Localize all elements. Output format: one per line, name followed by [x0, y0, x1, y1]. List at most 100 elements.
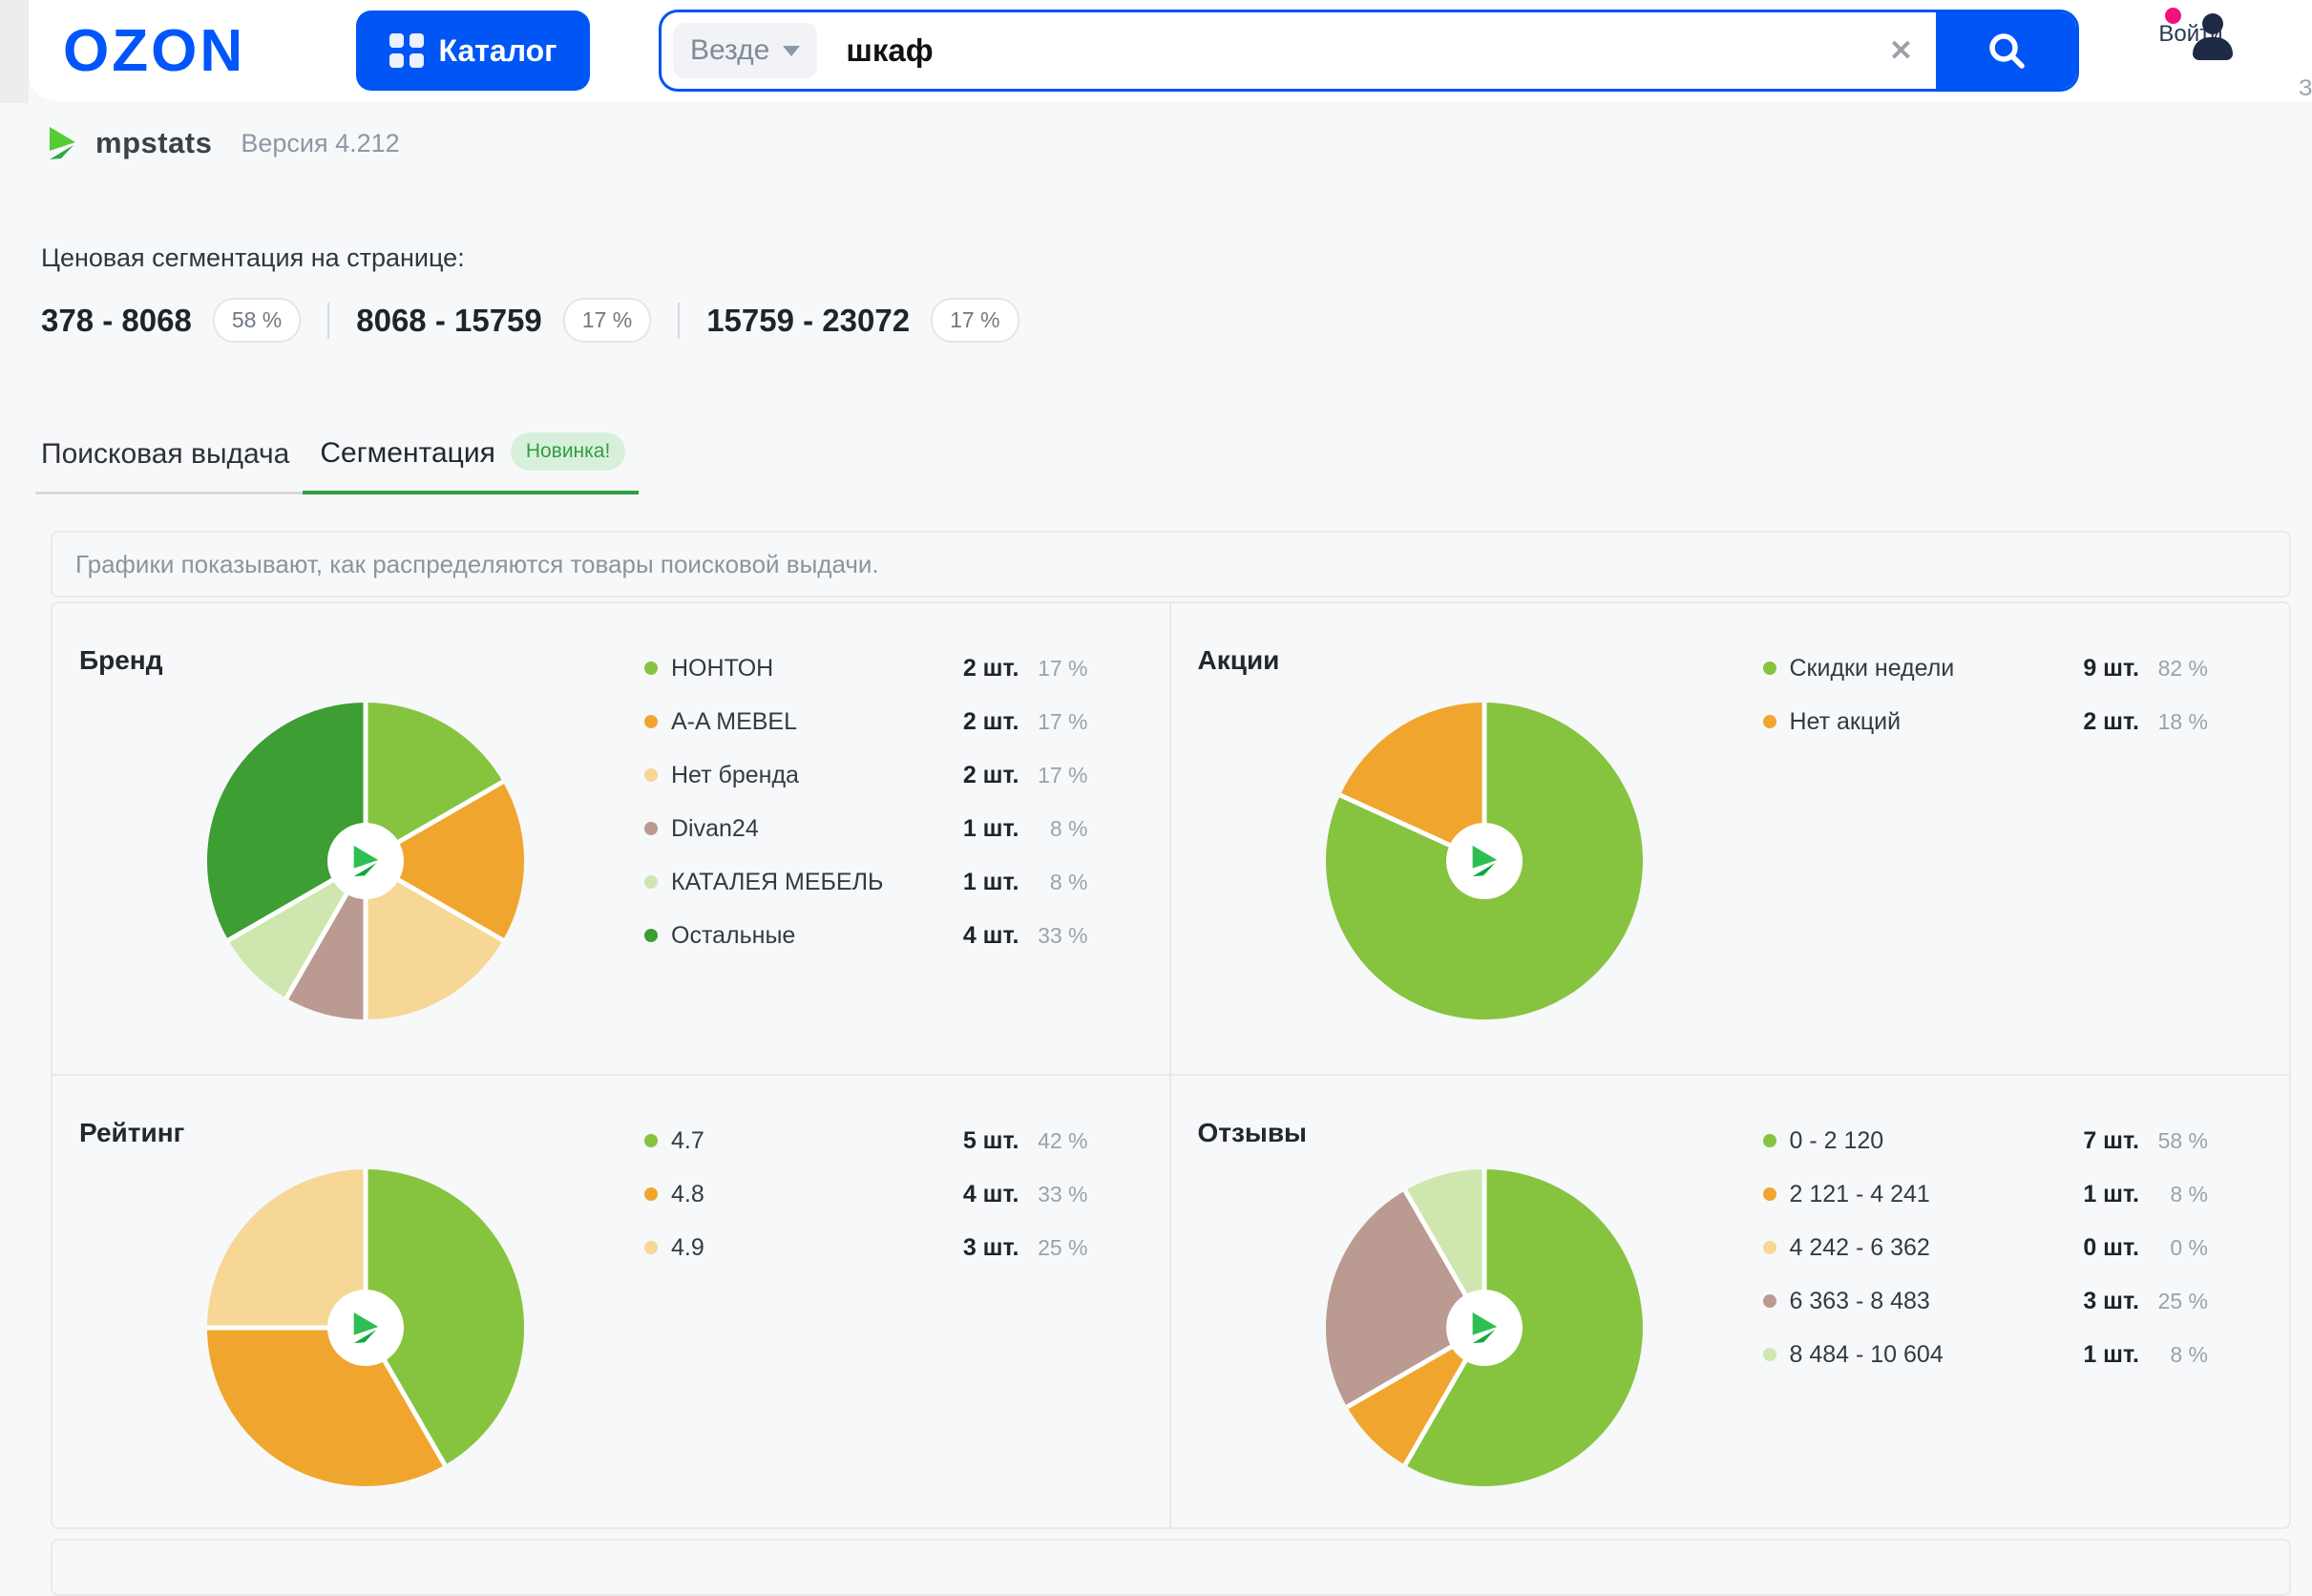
legend-label: Нет бренда [671, 762, 799, 789]
legend-count: 9 шт. [2083, 655, 2139, 682]
legend-count: 4 шт. [963, 922, 1019, 950]
search-input[interactable] [846, 32, 1866, 69]
legend-color-dot [644, 715, 658, 728]
legend-percent: 17 % [1019, 709, 1088, 735]
price-range: 8068 - 15759 [356, 303, 542, 339]
legend-label: КАТАЛЕЯ МЕБЕЛЬ [671, 869, 883, 896]
legend-label: 0 - 2 120 [1790, 1127, 1884, 1155]
pie-chart[interactable] [205, 701, 526, 1021]
login-button[interactable]: Войти [2138, 13, 2243, 48]
orders-button[interactable]: Зака [2299, 15, 2312, 102]
legend-label: Скидки недели [1790, 655, 1955, 682]
legend-percent: 17 % [1019, 656, 1088, 682]
legend-color-dot [644, 1241, 658, 1254]
legend-percent: 8 % [2139, 1342, 2208, 1368]
divider [327, 303, 329, 339]
legend-label: Нет акций [1790, 708, 1902, 736]
panel-promotions: Акции Скидки недели 9 шт.82 % Нет акций 2 ш… [1171, 603, 2290, 1076]
ozon-logo[interactable]: OZON [63, 17, 245, 85]
legend-label: 6 363 - 8 483 [1790, 1288, 1930, 1315]
legend-percent: 25 % [2139, 1289, 2208, 1314]
legend-color-dot [1763, 1294, 1776, 1308]
tab-segmentation[interactable]: Сегментация Новинка! [303, 434, 639, 494]
legend-count: 3 шт. [2083, 1288, 2139, 1315]
legend-item[interactable]: Divan241 шт.8 % [644, 802, 1088, 855]
legend-percent: 25 % [1019, 1235, 1088, 1261]
price-segmentation-title: Ценовая сегментация на странице: [41, 243, 465, 273]
segmentation-charts-grid: Бренд НОНТОН2 шт.17 %A-A MEBEL2 шт.17 %Н… [51, 601, 2291, 1529]
legend-count: 2 шт. [963, 708, 1019, 736]
legend-label: 4 242 - 6 362 [1790, 1234, 1930, 1262]
legend-item[interactable]: 4.84 шт.33 % [644, 1167, 1088, 1221]
legend-item[interactable]: 4 242 - 6 3620 шт.0 % [1763, 1221, 2209, 1274]
mpstats-header: mpstats Версия 4.212 [46, 124, 400, 162]
next-section-box [51, 1539, 2291, 1596]
legend-color-dot [644, 1187, 658, 1201]
legend-color-dot [1763, 1187, 1776, 1201]
legend-item[interactable]: НОНТОН2 шт.17 % [644, 641, 1088, 695]
legend-label: 4.9 [671, 1234, 704, 1262]
new-badge: Новинка! [511, 432, 626, 471]
legend-color-dot [644, 875, 658, 889]
mpstats-logo-icon [46, 124, 78, 162]
legend-item[interactable]: 4.9 3 шт.25 % [644, 1221, 1088, 1274]
price-range: 15759 - 23072 [706, 303, 910, 339]
price-share-badge: 17 % [931, 298, 1019, 343]
grid-icon [389, 33, 424, 68]
price-share-badge: 17 % [563, 298, 651, 343]
legend-item[interactable]: Скидки недели 9 шт.82 % [1763, 641, 2209, 695]
legend-color-dot [1763, 662, 1776, 675]
legend-item[interactable]: 0 - 2 120 7 шт.58 % [1763, 1114, 2209, 1167]
legend-item[interactable]: 4.75 шт.42 % [644, 1114, 1088, 1167]
legend-item[interactable]: 2 121 - 4 2411 шт.8 % [1763, 1167, 2209, 1221]
legend-label: A-A MEBEL [671, 708, 797, 736]
mpstats-brand: mpstats [95, 126, 212, 160]
clear-search-icon[interactable]: ✕ [1866, 34, 1936, 68]
pie-chart[interactable] [1324, 701, 1645, 1021]
pie-chart[interactable] [205, 1167, 526, 1488]
orders-label: Зака [2299, 75, 2312, 102]
panel-title: Акции [1198, 645, 1280, 676]
page-background-strip [0, 0, 29, 103]
pie-chart[interactable] [1324, 1167, 1645, 1488]
legend-count: 7 шт. [2083, 1127, 2139, 1155]
legend-item[interactable]: Остальные4 шт.33 % [644, 909, 1088, 962]
legend-label: 8 484 - 10 604 [1790, 1341, 1944, 1369]
legend-color-dot [644, 822, 658, 835]
search-scope-dropdown[interactable]: Везде [673, 23, 817, 78]
legend-item[interactable]: Нет бренда2 шт.17 % [644, 748, 1088, 802]
panel-title: Рейтинг [79, 1118, 184, 1148]
legend-percent: 17 % [1019, 763, 1088, 788]
catalog-button[interactable]: Каталог [356, 10, 590, 91]
ozon-header: OZON Каталог Везде ✕ Войти Зака [29, 0, 2312, 101]
price-range: 378 - 8068 [41, 303, 192, 339]
chevron-down-icon [783, 46, 800, 56]
legend-percent: 58 % [2139, 1128, 2208, 1154]
legend-color-dot [644, 662, 658, 675]
legend-percent: 0 % [2139, 1235, 2208, 1261]
legend-percent: 82 % [2139, 656, 2208, 682]
legend-count: 2 шт. [2083, 708, 2139, 736]
legend-label: 2 121 - 4 241 [1790, 1181, 1930, 1208]
charts-info-text: Графики показывают, как распределяются т… [75, 550, 879, 579]
tab-search-results[interactable]: Поисковая выдача [35, 438, 303, 494]
legend-color-dot [644, 929, 658, 942]
legend-item[interactable]: A-A MEBEL 2 шт.17 % [644, 695, 1088, 748]
legend-item[interactable]: КАТАЛЕЯ МЕБЕЛЬ1 шт.8 % [644, 855, 1088, 909]
notification-dot [2165, 8, 2181, 24]
legend-color-dot [644, 768, 658, 782]
legend-percent: 8 % [1019, 870, 1088, 895]
legend-label: 4.7 [671, 1127, 704, 1155]
legend-item[interactable]: 8 484 - 10 6041 шт.8 % [1763, 1328, 2209, 1381]
legend: Скидки недели 9 шт.82 % Нет акций 2 шт.18 % [1763, 641, 2209, 748]
legend-percent: 33 % [1019, 1182, 1088, 1208]
legend-percent: 18 % [2139, 709, 2208, 735]
legend-item[interactable]: Нет акций 2 шт.18 % [1763, 695, 2209, 748]
legend-label: НОНТОН [671, 655, 773, 682]
charts-info-box: Графики показывают, как распределяются т… [51, 531, 2291, 598]
legend-item[interactable]: 6 363 - 8 483 3 шт.25 % [1763, 1274, 2209, 1328]
panel-title: Бренд [79, 645, 163, 676]
legend: 4.75 шт.42 %4.84 шт.33 % 4.9 3 шт.25 % [644, 1114, 1088, 1274]
search-submit-button[interactable] [1936, 10, 2077, 92]
legend-count: 3 шт. [963, 1234, 1019, 1262]
